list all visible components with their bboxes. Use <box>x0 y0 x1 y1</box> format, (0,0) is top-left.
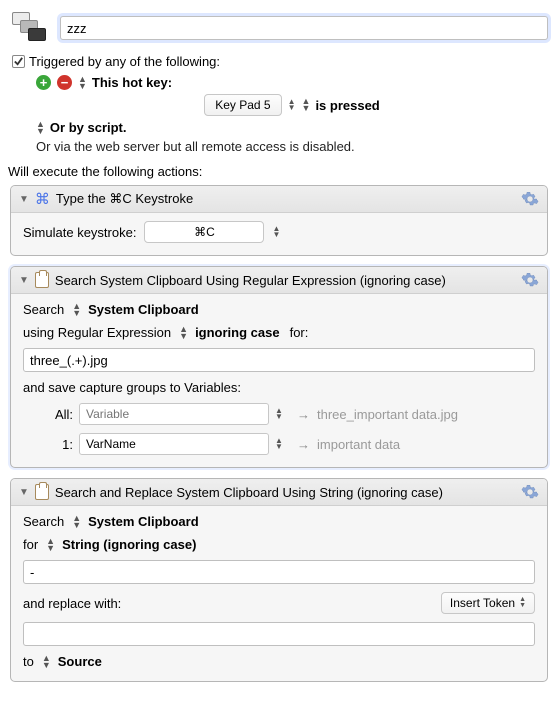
to-target-stepper[interactable] <box>42 655 50 669</box>
capture-row-all: All: → three_important data.jpg <box>23 403 535 425</box>
keystroke-field[interactable]: ⌘C <box>144 221 264 243</box>
combo-stepper[interactable] <box>275 438 291 450</box>
capture-1-example: important data <box>317 437 535 452</box>
action-type-keystroke[interactable]: ▼ ⌘ Type the ⌘C Keystroke Simulate keyst… <box>10 185 548 256</box>
script-trigger-stepper[interactable] <box>36 121 44 135</box>
for-type-stepper[interactable] <box>46 538 54 552</box>
using-label: using Regular Expression <box>23 325 171 340</box>
search-label: Search <box>23 514 64 529</box>
capture-all-label: All: <box>23 407 73 422</box>
trigger-label: Triggered by any of the following: <box>29 54 220 69</box>
hotkey-key-stepper[interactable] <box>288 99 296 111</box>
action-search-replace-clipboard[interactable]: ▼ Search and Replace System Clipboard Us… <box>10 478 548 682</box>
capture-all-example: three_important data.jpg <box>317 407 535 422</box>
action-title: Search System Clipboard Using Regular Ex… <box>55 273 446 288</box>
chevron-down-icon <box>519 597 526 609</box>
to-label: to <box>23 654 34 669</box>
combo-stepper[interactable] <box>275 408 291 420</box>
case-stepper[interactable] <box>179 326 187 340</box>
capture-1-variable-combo[interactable] <box>79 433 269 455</box>
case-label: ignoring case <box>195 325 280 340</box>
macro-name-input[interactable] <box>60 16 548 40</box>
replace-with-input[interactable] <box>23 622 535 646</box>
save-groups-label: and save capture groups to Variables: <box>23 380 535 395</box>
macro-icon <box>10 8 50 48</box>
for-label: for: <box>290 325 309 340</box>
for-label: for <box>23 537 38 552</box>
insert-token-button[interactable]: Insert Token <box>441 592 535 614</box>
remove-trigger-button[interactable]: − <box>57 75 72 90</box>
for-option: String (ignoring case) <box>62 537 196 552</box>
search-target-stepper[interactable] <box>72 303 80 317</box>
hotkey-key-field[interactable]: Key Pad 5 <box>204 94 281 116</box>
search-target: System Clipboard <box>88 514 199 529</box>
hotkey-condition-stepper[interactable] <box>302 98 310 112</box>
to-target: Source <box>58 654 102 669</box>
capture-row-1: 1: → important data <box>23 433 535 455</box>
search-target: System Clipboard <box>88 302 199 317</box>
webserver-note: Or via the web server but all remote acc… <box>36 139 548 154</box>
search-for-input[interactable] <box>23 560 535 584</box>
clipboard-icon <box>35 272 49 288</box>
action-gear-icon[interactable] <box>521 190 539 208</box>
action-search-clipboard-regex[interactable]: ▼ Search System Clipboard Using Regular … <box>10 266 548 468</box>
execute-label: Will execute the following actions: <box>8 164 548 179</box>
search-label: Search <box>23 302 64 317</box>
add-trigger-button[interactable]: + <box>36 75 51 90</box>
hotkey-label: This hot key: <box>92 75 172 90</box>
action-gear-icon[interactable] <box>521 483 539 501</box>
trigger-enabled-checkbox[interactable] <box>12 55 25 68</box>
trigger-type-stepper[interactable] <box>78 76 86 90</box>
keystroke-stepper[interactable] <box>272 226 280 238</box>
action-title: Type the ⌘C Keystroke <box>56 191 193 207</box>
disclosure-icon[interactable]: ▼ <box>19 275 29 286</box>
disclosure-icon[interactable]: ▼ <box>19 194 29 205</box>
capture-1-label: 1: <box>23 437 73 452</box>
arrow-icon: → <box>297 407 311 422</box>
replace-label: and replace with: <box>23 596 121 611</box>
hotkey-condition-label: is pressed <box>315 98 379 113</box>
disclosure-icon[interactable]: ▼ <box>19 487 29 498</box>
action-title: Search and Replace System Clipboard Usin… <box>55 485 443 500</box>
arrow-icon: → <box>297 437 311 452</box>
script-trigger-label: Or by script. <box>50 120 127 135</box>
clipboard-icon <box>35 484 49 500</box>
capture-all-variable-combo[interactable] <box>79 403 269 425</box>
simulate-label: Simulate keystroke: <box>23 225 136 240</box>
search-target-stepper[interactable] <box>72 515 80 529</box>
keystroke-icon: ⌘ <box>35 190 50 208</box>
regex-pattern-input[interactable] <box>23 348 535 372</box>
action-gear-icon[interactable] <box>521 271 539 289</box>
